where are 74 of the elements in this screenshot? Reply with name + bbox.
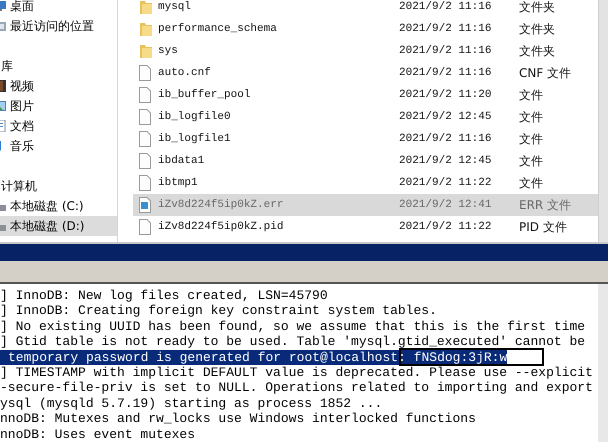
file-icon: [139, 219, 153, 235]
file-date: 2021/9/2 11:22: [399, 177, 492, 189]
console-line: ] Gtid table is not ready to be used. Table 'mysql.gtid_executed' cannot be: [0, 334, 586, 350]
file-row[interactable]: iZv8d224f5ip0kZ.pid 2021/9/2 11:22 PID 文件: [133, 216, 598, 238]
sidebar-item[interactable]: 图片: [0, 96, 117, 116]
file-row[interactable]: ib_logfile1 2021/9/2 11:16 文件: [133, 128, 598, 150]
file-type: 文件夹: [519, 20, 555, 38]
file-name: ibdata1: [158, 155, 206, 167]
file-name: sys: [158, 45, 179, 57]
file-icon: [139, 109, 153, 125]
file-row[interactable]: ibdata1 2021/9/2 12:45 文件: [133, 150, 598, 172]
file-date: 2021/9/2 11:16: [399, 23, 492, 35]
file-date: 2021/9/2 11:16: [399, 67, 492, 79]
file-date: 2021/9/2 11:16: [399, 45, 492, 57]
folder-icon: [139, 0, 153, 15]
console-line: ] InnoDB: Creating foreign key constraint system tables.: [0, 303, 437, 318]
file-date: 2021/9/2 11:16: [399, 133, 492, 145]
file-date: 2021/9/2 11:16: [399, 1, 492, 13]
file-date: 2021/9/2 11:22: [399, 221, 492, 233]
sidebar-item[interactable]: 最近访问的位置: [0, 16, 117, 36]
file-date: 2021/9/2 12:45: [399, 155, 492, 167]
file-name: iZv8d224f5ip0kZ.pid: [158, 221, 284, 233]
file-row[interactable]: auto.cnf 2021/9/2 11:16 CNF 文件: [133, 62, 598, 84]
console-line: nnoDB: Uses event mutexes: [0, 426, 196, 442]
file-type: 文件: [519, 152, 543, 170]
sidebar-item[interactable]: 音乐: [0, 136, 117, 156]
console-line: ] No existing UUID has been found, so we assume that this is the first time: [0, 318, 586, 334]
file-icon: [139, 175, 153, 191]
file-name: auto.cnf: [158, 67, 212, 79]
file-type: ERR 文件: [519, 196, 572, 214]
file-type: 文件: [519, 174, 543, 192]
folder-icon: [139, 21, 153, 37]
file-type: 文件: [519, 86, 543, 104]
file-row[interactable]: iZv8d224f5ip0kZ.err 2021/9/2 12:41 ERR 文件: [133, 194, 598, 216]
file-row[interactable]: ib_logfile0 2021/9/2 12:45 文件: [133, 106, 598, 128]
sidebar-heading[interactable]: 库: [1, 56, 117, 76]
file-row[interactable]: performance_schema 2021/9/2 11:16 文件夹: [133, 18, 598, 40]
file-type: CNF 文件: [519, 64, 572, 82]
file-name: ib_logfile0: [158, 111, 232, 123]
console-line: nnoDB: Mutexes and rw_locks use Windows interlocked functions: [0, 411, 476, 426]
console-line: ] TIMESTAMP with implicit DEFAULT value is deprecated. Please use --explicit: [0, 364, 593, 380]
file-date: 2021/9/2 12:45: [399, 111, 492, 123]
file-row[interactable]: mysql 2021/9/2 11:16 文件夹: [133, 0, 598, 18]
sidebar-item[interactable]: 本地磁盘 (D:): [0, 216, 117, 236]
file-type: 文件夹: [519, 0, 555, 16]
file-type: 文件: [519, 130, 543, 148]
file-name: iZv8d224f5ip0kZ.err: [158, 199, 284, 211]
file-date: 2021/9/2 11:20: [399, 89, 492, 101]
console-line: ysql (mysqld 5.7.19) starting as process 1852 ...: [0, 396, 382, 411]
console-line: -secure-file-priv is set to NULL. Operations related to importing and export: [0, 380, 593, 396]
console-line: ] InnoDB: New log files created, LSN=45790: [0, 288, 328, 303]
file-type: 文件夹: [519, 42, 555, 60]
file-icon: [139, 87, 153, 103]
scrollbar[interactable]: [598, 0, 608, 242]
file-name: mysql: [158, 1, 192, 13]
file-row[interactable]: ibtmp1 2021/9/2 11:22 文件: [133, 172, 598, 194]
file-row[interactable]: ib_buffer_pool 2021/9/2 11:20 文件: [133, 84, 598, 106]
folder-icon: [139, 43, 153, 59]
sidebar-item[interactable]: 本地磁盘 (C:): [0, 196, 117, 216]
file-icon: [139, 197, 153, 213]
file-icon: [139, 131, 153, 147]
sidebar-item[interactable]: 文档: [0, 116, 117, 136]
file-type: 文件: [519, 108, 543, 126]
file-row[interactable]: sys 2021/9/2 11:16 文件夹: [133, 40, 598, 62]
file-name: performance_schema: [158, 23, 278, 35]
file-type: PID 文件: [519, 218, 567, 236]
file-date: 2021/9/2 12:41: [399, 199, 492, 211]
file-name: ib_logfile1: [158, 133, 232, 145]
sidebar-heading[interactable]: 计算机: [1, 176, 117, 196]
file-name: ibtmp1: [158, 177, 199, 189]
sidebar-item[interactable]: 视频: [0, 76, 117, 96]
file-icon: [139, 65, 153, 81]
file-icon: [139, 153, 153, 169]
file-name: ib_buffer_pool: [158, 89, 252, 101]
